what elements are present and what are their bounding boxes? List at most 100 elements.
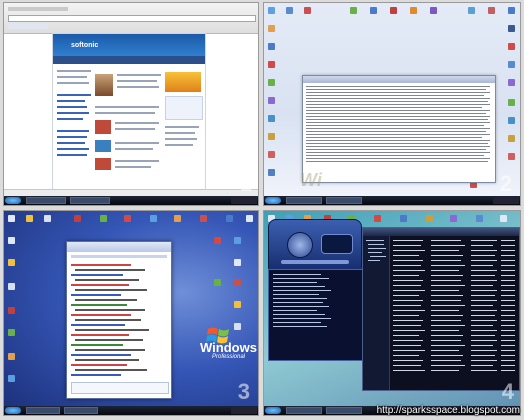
desktop-icon[interactable] — [174, 215, 181, 222]
sidebar-link[interactable] — [57, 106, 87, 108]
sidebar-link[interactable] — [57, 94, 91, 96]
sidebar-link[interactable] — [57, 142, 85, 144]
desktop-icon[interactable] — [508, 79, 515, 86]
sidebar-link[interactable] — [57, 136, 87, 138]
desktop-icon[interactable] — [44, 215, 51, 222]
source-url[interactable]: http://sparksspace.blogspot.com — [377, 405, 520, 416]
desktop-icon[interactable] — [234, 279, 241, 286]
playlist-window[interactable] — [268, 269, 366, 361]
desktop-icon[interactable] — [268, 43, 275, 50]
start-button[interactable] — [5, 197, 21, 204]
desktop-icon[interactable] — [8, 375, 15, 382]
desktop-icon[interactable] — [508, 61, 515, 68]
desktop-icon[interactable] — [268, 7, 275, 14]
desktop-icon[interactable] — [508, 43, 515, 50]
desktop-icon[interactable] — [226, 215, 233, 222]
folder-tree[interactable] — [363, 236, 390, 390]
desktop-icon[interactable] — [8, 259, 15, 266]
sidebar-link[interactable] — [57, 112, 89, 114]
desktop-icon[interactable] — [124, 215, 131, 222]
address-bar[interactable] — [8, 15, 256, 22]
desktop-icon[interactable] — [350, 7, 357, 14]
taskbar-button[interactable] — [286, 197, 322, 204]
media-player[interactable] — [268, 219, 362, 275]
desktop-icon[interactable] — [246, 215, 253, 222]
desktop-icon[interactable] — [508, 99, 515, 106]
desktop-icon[interactable] — [500, 215, 507, 222]
desktop-icon[interactable] — [234, 323, 241, 330]
thumb-image[interactable] — [95, 158, 111, 170]
desktop-icon[interactable] — [508, 7, 515, 14]
system-tray[interactable] — [493, 197, 519, 204]
sidebar-link[interactable] — [57, 76, 87, 78]
desktop-icon[interactable] — [8, 283, 15, 290]
sidebar-link[interactable] — [57, 148, 89, 150]
taskbar-button[interactable] — [70, 197, 110, 204]
desktop-icon[interactable] — [268, 79, 275, 86]
desktop-icon[interactable] — [468, 7, 475, 14]
log-window-titlebar[interactable] — [303, 76, 495, 83]
sidebar-link[interactable] — [57, 130, 89, 132]
desktop-icon[interactable] — [268, 133, 275, 140]
desktop-icon[interactable] — [476, 215, 483, 222]
desktop-icon[interactable] — [268, 97, 275, 104]
sidebar-link[interactable] — [57, 118, 83, 120]
chat-toolbar[interactable] — [71, 255, 167, 258]
start-button[interactable] — [265, 407, 281, 414]
taskbar-button[interactable] — [286, 407, 322, 414]
menu-bar[interactable] — [8, 7, 68, 11]
desktop-icon[interactable] — [508, 153, 515, 160]
desktop-icon[interactable] — [100, 215, 107, 222]
thumb-image[interactable] — [95, 140, 111, 152]
desktop-icon[interactable] — [8, 215, 15, 222]
desktop-icon[interactable] — [426, 215, 433, 222]
desktop-icon[interactable] — [150, 215, 157, 222]
desktop-icon[interactable] — [200, 215, 207, 222]
system-tray[interactable] — [231, 197, 257, 204]
taskbar-button[interactable] — [26, 197, 66, 204]
taskbar-button[interactable] — [64, 407, 98, 414]
chat-window-titlebar[interactable] — [67, 242, 171, 252]
taskbar-button[interactable] — [326, 197, 362, 204]
taskbar-button[interactable] — [26, 407, 60, 414]
desktop-icon[interactable] — [8, 307, 15, 314]
chat-input[interactable] — [71, 382, 169, 394]
taskbar-button[interactable] — [326, 407, 362, 414]
desktop-icon[interactable] — [304, 7, 311, 14]
sidebar-link[interactable] — [57, 82, 89, 84]
desktop-icon[interactable] — [234, 237, 241, 244]
thumb-image[interactable] — [95, 120, 111, 134]
start-button[interactable] — [265, 197, 281, 204]
log-window[interactable] — [302, 75, 496, 183]
sidebar-link[interactable] — [57, 70, 91, 72]
desktop-icon[interactable] — [234, 259, 241, 266]
desktop-icon[interactable] — [286, 7, 293, 14]
desktop-icon[interactable] — [430, 7, 437, 14]
desktop-icon[interactable] — [488, 7, 495, 14]
desktop-icon[interactable] — [268, 25, 275, 32]
promo-banner[interactable] — [165, 72, 201, 92]
browser-tab[interactable] — [8, 24, 48, 29]
desktop-icon[interactable] — [508, 135, 515, 142]
desktop-icon[interactable] — [8, 353, 15, 360]
softonic-nav[interactable] — [53, 56, 205, 64]
player-seek-bar[interactable] — [281, 260, 349, 264]
desktop-icon[interactable] — [26, 215, 33, 222]
desktop-icon[interactable] — [450, 215, 457, 222]
desktop-icon[interactable] — [400, 215, 407, 222]
desktop-icon[interactable] — [74, 215, 81, 222]
start-button[interactable] — [5, 407, 21, 414]
desktop-icon[interactable] — [370, 7, 377, 14]
desktop-icon[interactable] — [8, 329, 15, 336]
desktop-icon[interactable] — [390, 7, 397, 14]
desktop-icon[interactable] — [508, 117, 515, 124]
desktop-icon[interactable] — [268, 151, 275, 158]
desktop-icon[interactable] — [214, 237, 221, 244]
desktop-icon[interactable] — [508, 25, 515, 32]
desktop-icon[interactable] — [410, 7, 417, 14]
desktop-icon[interactable] — [214, 279, 221, 286]
desktop-icon[interactable] — [8, 237, 15, 244]
desktop-icon[interactable] — [268, 169, 275, 176]
sidebar-link[interactable] — [57, 154, 87, 156]
sidebar-link[interactable] — [57, 100, 85, 102]
